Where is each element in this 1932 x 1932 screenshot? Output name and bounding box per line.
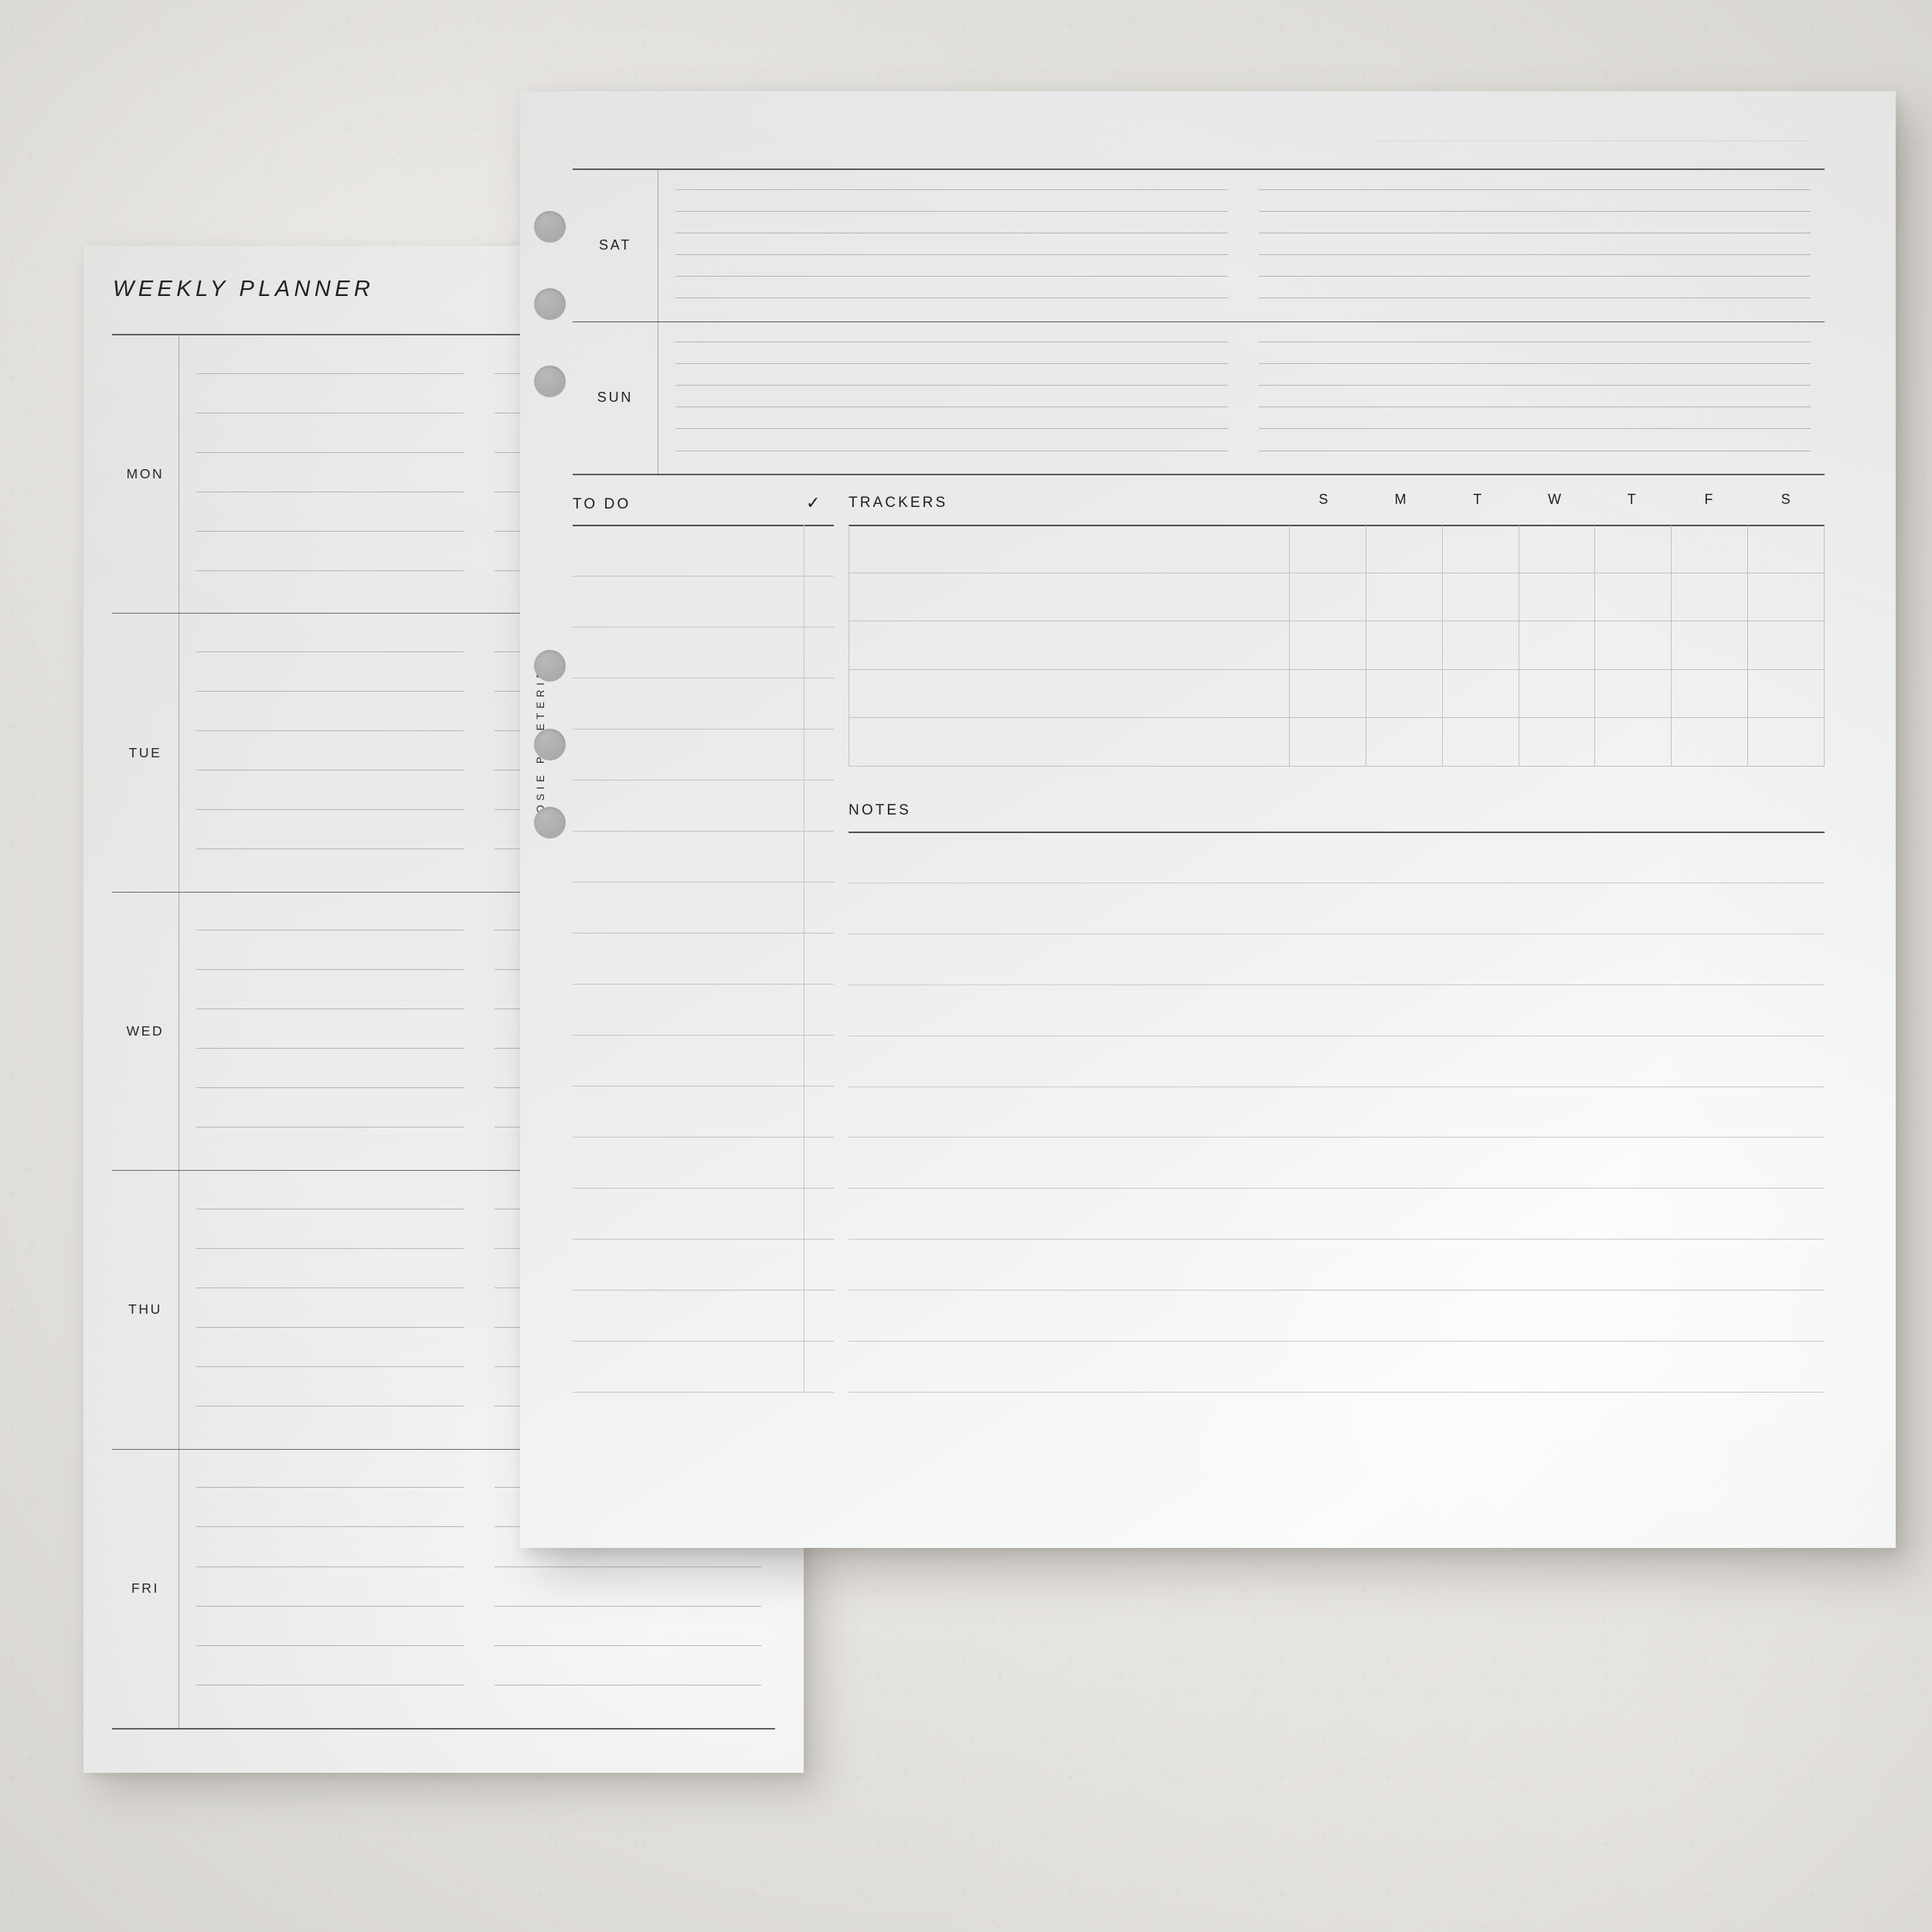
scene-vignette xyxy=(0,0,1932,1932)
